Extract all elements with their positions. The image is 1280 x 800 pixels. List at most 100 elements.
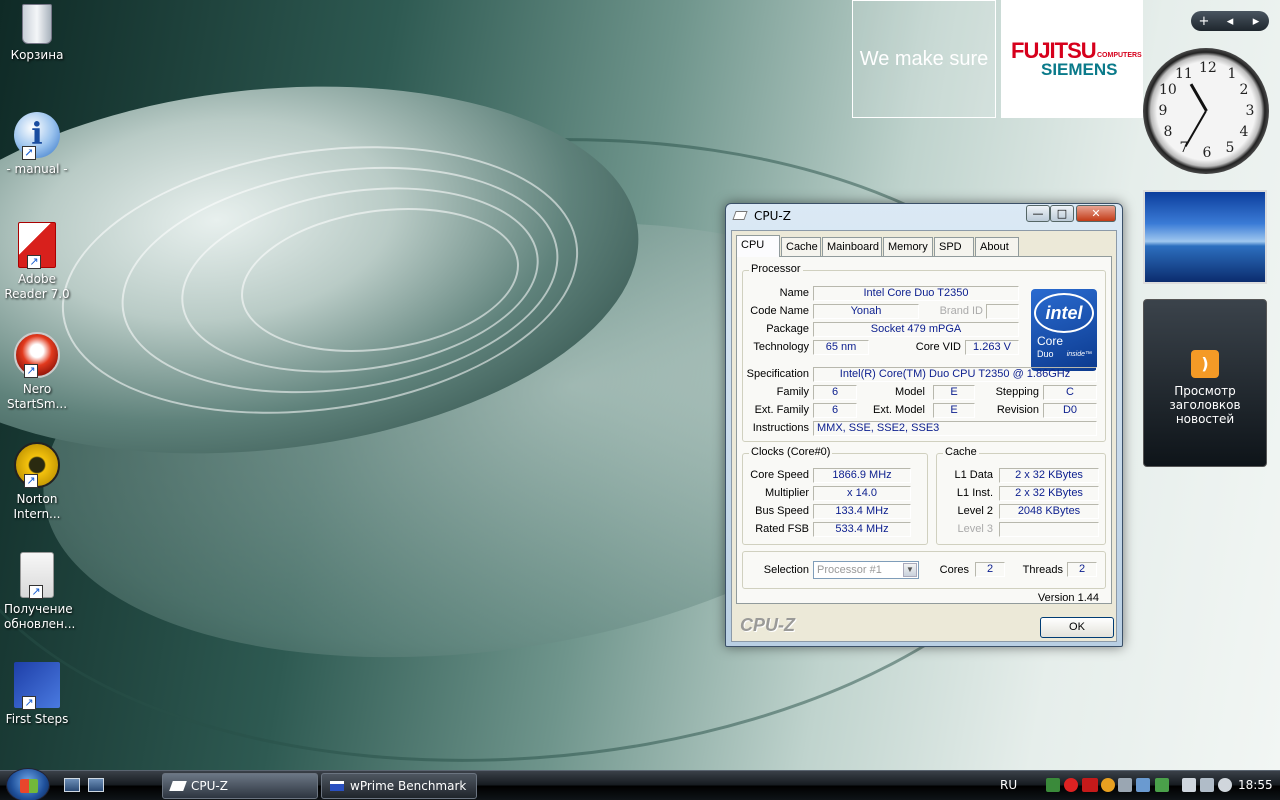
specification-value: Intel(R) Core(TM) Duo CPU T2350 @ 1.86GH… [813,367,1097,382]
version-label: Version 1.44 [1037,592,1099,604]
package-label: Package [766,323,809,335]
chevron-down-icon[interactable]: ▼ [903,563,917,577]
next-page-button[interactable]: ▸ [1243,14,1269,29]
tab-memory[interactable]: Memory [883,237,933,257]
start-button[interactable] [6,768,50,800]
desktop-icon-norton[interactable]: ↗ Norton Intern... [4,442,70,522]
window-title: CPU-Z [754,209,791,223]
windows-defender-icon[interactable] [1155,778,1169,792]
desktop-icon-label: Adobe Reader 7.0 [4,272,70,301]
brandid-value [986,304,1019,319]
clock-gadget[interactable]: 12 1 2 3 4 5 6 7 8 9 10 11 [1143,48,1269,174]
desktop-icon-label: Nero StartSm... [6,382,68,411]
selection-label: Selection [763,564,809,576]
shortcut-arrow-icon: ↗ [29,585,43,599]
revision-label: Revision [996,404,1039,416]
brandid-label: Brand ID [939,305,983,317]
tab-cache[interactable]: Cache [781,237,821,257]
power-icon[interactable] [1182,778,1196,792]
taskbar-button-label: wPrime Benchmark ... [350,779,467,793]
intel-core-text: Core [1037,334,1064,348]
minimize-button[interactable]: — [1026,205,1050,222]
tab-cpu[interactable]: CPU [736,235,780,257]
tab-spd[interactable]: SPD [934,237,974,257]
extfamily-value: 6 [813,403,857,418]
tab-about[interactable]: About [975,237,1019,257]
taskbar-button-cpuz[interactable]: CPU-Z [162,773,318,799]
audio-icon[interactable] [1118,778,1132,792]
add-gadget-button[interactable]: + [1191,14,1217,29]
technology-value: 65 nm [813,340,869,355]
level3-value [999,522,1099,537]
multiplier-value: x 14.0 [813,486,911,501]
rss-feed-gadget[interactable]: ) Просмотр заголовков новостей [1143,299,1267,467]
title-bar[interactable]: CPU-Z — □ ✕ [726,204,1122,228]
desktop-icon-adobe-reader[interactable]: ↗ Adobe Reader 7.0 [4,222,70,302]
level2-value: 2048 KBytes [999,504,1099,519]
instructions-label: Instructions [752,422,809,434]
desktop-icon-label: First Steps [5,712,69,726]
corevid-value: 1.263 V [965,340,1019,355]
clock-number: 7 [1179,140,1189,156]
desktop-icon-nero[interactable]: ↗ Nero StartSm... [4,332,70,412]
sidebar-controls: + ◂ ▸ [1191,11,1269,31]
level3-label: Level 3 [957,523,993,535]
extmodel-label: Ext. Model [873,404,925,416]
l1inst-label: L1 Inst. [956,487,993,499]
revision-value: D0 [1043,403,1097,418]
family-label: Family [776,386,809,398]
clock-number: 10 [1159,82,1177,98]
security-alert-icon[interactable] [1064,778,1078,792]
stepping-label: Stepping [995,386,1039,398]
l1data-value: 2 x 32 KBytes [999,468,1099,483]
tab-strip: CPU Cache Mainboard Memory SPD About [736,235,1020,257]
desktop-icon-label: Получение обновлен... [4,602,76,631]
wprime-app-icon [330,781,344,791]
switch-windows-icon[interactable] [88,778,104,792]
cpuz-app-icon [169,781,187,791]
first-steps-icon: ↗ [14,662,60,710]
model-value: E [933,385,975,400]
cores-value: 2 [975,562,1005,577]
antivirus-icon[interactable] [1101,778,1115,792]
taskbar-button-wprime[interactable]: wPrime Benchmark ... [321,773,477,799]
desktop-icon-manual[interactable]: i ↗ - manual - [4,112,70,177]
recycle-bin-icon [22,4,52,44]
clock-number: 5 [1225,140,1235,156]
language-indicator[interactable]: RU [1000,771,1017,799]
desktop-icon-recycle-bin[interactable]: Корзина [4,4,70,63]
technology-label: Technology [753,341,809,353]
fujitsu-siemens-logo: FUJITSU COMPUTERS SIEMENS [1001,0,1143,118]
model-label: Model [895,386,925,398]
windows-logo-icon [20,779,38,793]
ati-icon[interactable] [1082,778,1098,792]
processor-group-title: Processor [749,263,803,275]
desktop-icon-updates[interactable]: ↗ Получение обновлен... [4,552,75,632]
desktop-icon-first-steps[interactable]: ↗ First Steps [4,662,70,727]
intel-inside-text: inside™ [1066,351,1092,358]
previous-page-button[interactable]: ◂ [1217,14,1243,29]
ok-button[interactable]: OK [1040,617,1114,638]
close-button[interactable]: ✕ [1076,205,1116,222]
instructions-value: MMX, SSE, SSE2, SSE3 [813,421,1097,436]
clock-number: 6 [1202,145,1212,161]
taskbar-clock[interactable]: 18:55 [1238,771,1273,799]
window-client: CPU Cache Mainboard Memory SPD About Pro… [731,230,1117,642]
safely-remove-icon[interactable] [1046,778,1060,792]
shortcut-arrow-icon: ↗ [22,696,36,710]
tab-mainboard[interactable]: Mainboard [822,237,882,257]
processor-select[interactable]: Processor #1 ▼ [813,561,919,579]
maximize-button[interactable]: □ [1050,205,1074,222]
norton-icon: ↗ [14,442,60,488]
extmodel-value: E [933,403,975,418]
volume-icon[interactable] [1218,778,1232,792]
cpuz-brand-text: CPU-Z [740,615,795,635]
logo-computers: COMPUTERS [1097,52,1142,59]
corespeed-label: Core Speed [750,469,809,481]
bluetooth-icon[interactable] [1136,778,1150,792]
intel-core-duo-logo: intel Core Duo inside™ [1031,289,1097,371]
show-desktop-icon[interactable] [64,778,80,792]
ratedfsb-value: 533.4 MHz [813,522,911,537]
network-icon[interactable] [1200,778,1214,792]
slideshow-gadget[interactable] [1143,190,1267,284]
